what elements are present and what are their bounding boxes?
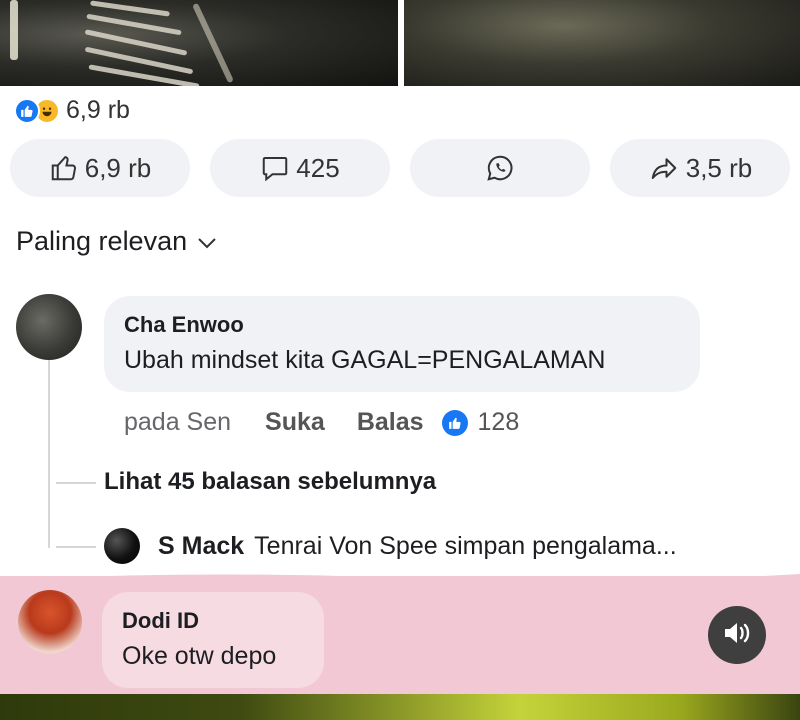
comment-bubble[interactable]: Dodi ID Oke otw depo — [102, 592, 324, 688]
whatsapp-icon — [485, 153, 515, 183]
comment-button[interactable]: 425 — [210, 139, 390, 197]
thread-branch — [56, 546, 96, 548]
avatar[interactable] — [104, 528, 140, 564]
share-count: 3,5 rb — [685, 152, 753, 183]
comment-text: Ubah mindset kita GAGAL=PENGALAMAN — [124, 346, 606, 374]
reaction-summary[interactable]: 6,9 rb — [14, 96, 130, 125]
video-preview-strip — [0, 694, 800, 720]
avatar[interactable] — [16, 294, 82, 360]
comment-icon — [260, 153, 290, 183]
reply-text: Tenrai Von Spee simpan pengalama... — [254, 531, 677, 560]
comment-like-reaction-icon — [441, 409, 468, 436]
share-button[interactable]: 3,5 rb — [610, 139, 790, 197]
comment-author[interactable]: Dodi ID — [122, 608, 199, 634]
comment-text: Oke otw depo — [122, 642, 277, 670]
thread-line — [48, 360, 50, 548]
comment-time[interactable]: pada Sen — [124, 408, 231, 437]
reply-author[interactable]: S Mack — [158, 532, 244, 561]
comment-reply-button[interactable]: Balas — [357, 408, 424, 437]
sort-label: Paling relevan — [16, 226, 188, 256]
thread-branch — [56, 482, 96, 484]
comment-bubble[interactable]: Cha Enwoo Ubah mindset kita GAGAL=PENGAL… — [104, 296, 700, 392]
post-image-right[interactable] — [404, 0, 800, 86]
comment-count: 425 — [296, 152, 340, 183]
sound-toggle-button[interactable] — [708, 606, 766, 664]
reaction-count: 6,9 rb — [66, 96, 130, 124]
like-reaction-icon — [14, 97, 40, 124]
comment-sort-dropdown[interactable]: Paling relevan — [16, 226, 217, 257]
comment-author[interactable]: Cha Enwoo — [124, 312, 244, 338]
sound-icon — [722, 620, 752, 651]
comment-like-button[interactable]: Suka — [265, 408, 325, 437]
reply-preview[interactable]: S Mack Tenrai Von Spee simpan pengalama.… — [104, 528, 677, 564]
comment-meta: pada Sen Suka Balas 128 — [124, 408, 519, 437]
share-icon — [648, 153, 680, 183]
whatsapp-share-button[interactable] — [410, 139, 590, 197]
post-image-left[interactable] — [0, 0, 398, 86]
like-count: 6,9 rb — [84, 152, 152, 183]
like-button[interactable]: 6,9 rb — [10, 139, 190, 197]
view-previous-replies-link[interactable]: Lihat 45 balasan sebelumnya — [104, 468, 436, 496]
comment-like-count[interactable]: 128 — [478, 408, 520, 437]
chevron-down-icon — [197, 226, 217, 257]
avatar[interactable] — [18, 590, 82, 654]
thumbs-up-icon — [49, 153, 79, 183]
post-media[interactable] — [0, 0, 800, 86]
